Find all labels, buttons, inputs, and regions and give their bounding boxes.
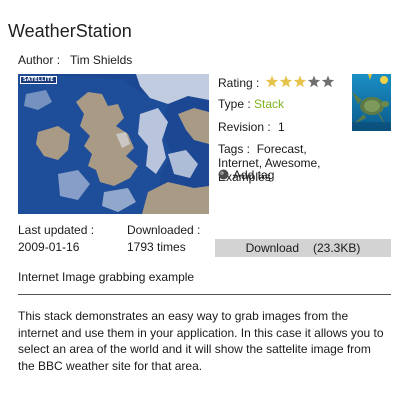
star-filled-icon[interactable]: [279, 75, 292, 88]
author-label: Author :: [18, 53, 61, 67]
add-tag-icon: [218, 169, 229, 180]
divider: [18, 294, 391, 295]
download-label: Download: [245, 241, 299, 255]
type-label: Type :: [218, 97, 251, 111]
star-rating-icons: [265, 75, 334, 88]
revision-value: 1: [278, 120, 285, 134]
download-size: (23.3KB): [313, 241, 361, 255]
satellite-badge: SATELLITE: [20, 76, 57, 84]
stack-screenshot[interactable]: SATELLITE: [18, 74, 209, 214]
last-updated-label: Last updated :: [18, 223, 95, 237]
rating-stars[interactable]: [265, 75, 347, 89]
satellite-map-image: [18, 74, 209, 214]
star-empty-icon[interactable]: [321, 75, 334, 88]
sea-turtle-icon: [352, 74, 391, 131]
author-line: Author : Tim Shields: [18, 53, 132, 67]
revision-row: Revision : 1: [218, 120, 285, 134]
star-empty-icon[interactable]: [307, 75, 320, 88]
star-filled-icon[interactable]: [293, 75, 306, 88]
page-title: WeatherStation: [8, 21, 132, 41]
type-row: Type : Stack: [218, 97, 284, 111]
rating-label: Rating :: [218, 76, 260, 90]
tags-label: Tags :: [218, 142, 251, 156]
add-tag-link[interactable]: Add tag: [218, 168, 274, 182]
short-description: Internet Image grabbing example: [18, 270, 195, 284]
author-name[interactable]: Tim Shields: [70, 53, 132, 67]
add-tag-label: Add tag: [233, 168, 275, 182]
star-filled-icon[interactable]: [265, 75, 278, 88]
downloaded-label: Downloaded :: [127, 223, 201, 237]
last-updated-value: 2009-01-16: [18, 240, 80, 254]
rating-row: Rating :: [218, 75, 347, 90]
download-button[interactable]: Download (23.3KB): [215, 239, 391, 257]
revision-label: Revision :: [218, 120, 271, 134]
downloaded-value: 1793 times: [127, 240, 186, 254]
long-description: This stack demonstrates an easy way to g…: [18, 309, 384, 373]
app-icon-image: [352, 74, 391, 131]
type-value[interactable]: Stack: [254, 97, 284, 111]
